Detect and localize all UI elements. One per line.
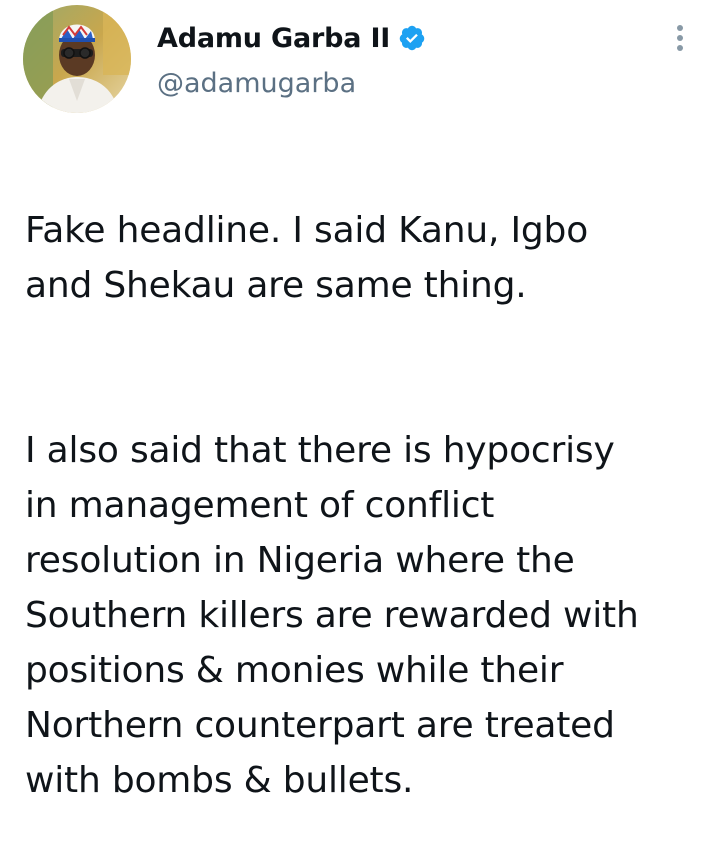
- author-name-row[interactable]: Adamu Garba II: [157, 18, 426, 58]
- tweet-paragraph-1: Fake headline. I said Kanu, Igbo and She…: [25, 210, 589, 306]
- display-name[interactable]: Adamu Garba II: [157, 23, 390, 54]
- verified-badge-icon: [398, 24, 426, 52]
- avatar-image: [23, 5, 131, 113]
- tweet-paragraph-2: I also said that there is hypocrisy in m…: [25, 430, 639, 801]
- author-handle[interactable]: @adamugarba: [157, 68, 356, 99]
- more-vertical-icon: [677, 25, 683, 51]
- profile-avatar[interactable]: [23, 5, 131, 113]
- tweet-card: Adamu Garba II @adamugarba Fake headline…: [0, 0, 720, 801]
- more-options-button[interactable]: [664, 18, 696, 58]
- tweet-text: Fake headline. I said Kanu, Igbo and She…: [25, 148, 705, 863]
